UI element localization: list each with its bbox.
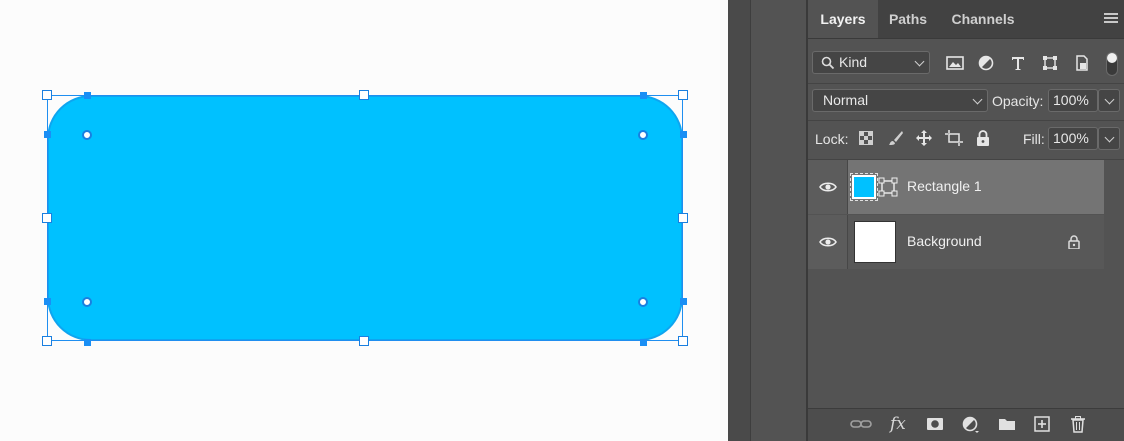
lock-artboard-icon[interactable] [945,130,963,146]
layers-panel: Layers Paths Channels Kind Normal Opacit… [808,0,1124,441]
new-layer-icon[interactable] [1034,416,1050,432]
vector-shape-badge-icon [878,177,898,197]
adjustment-layer-icon[interactable] [962,416,980,434]
handle-top-right[interactable] [678,90,688,100]
fill-value: 100% [1053,130,1089,146]
path-anchor[interactable] [44,131,51,138]
lock-position-icon[interactable] [916,130,932,146]
image-filter-icon[interactable] [946,55,964,71]
handle-middle-left[interactable] [42,213,52,223]
divider [808,83,1124,84]
handle-bottom-left[interactable] [42,336,52,346]
layers-scrollbar[interactable] [1104,160,1124,409]
panel-tab-bar: Layers Paths Channels [808,0,1124,39]
handle-top-left[interactable] [42,90,52,100]
layer-row-background[interactable]: Background [808,215,1104,269]
opacity-label: Opacity: [992,93,1044,109]
path-anchor[interactable] [680,131,687,138]
chevron-down-icon [1104,132,1115,143]
trash-icon[interactable] [1070,416,1086,433]
corner-radius-widget[interactable] [638,130,648,140]
blend-mode-select[interactable]: Normal [812,89,988,112]
lock-image-pixels-icon[interactable] [888,130,904,146]
collapsed-panel-strip [728,0,751,441]
transform-bounding-box [47,95,683,341]
layer-thumbnail [854,221,896,263]
filter-toggle[interactable] [1106,52,1118,76]
layer-name: Rectangle 1 [907,178,982,194]
path-anchor[interactable] [640,92,647,99]
path-anchor[interactable] [84,92,91,99]
path-anchor[interactable] [44,298,51,305]
fill-label: Fill: [1023,131,1045,147]
opacity-input[interactable]: 100% [1048,89,1098,112]
search-icon [821,56,835,70]
path-anchor[interactable] [84,339,91,346]
filter-kind-label: Kind [839,54,868,70]
corner-radius-widget[interactable] [638,297,648,307]
tab-layers[interactable]: Layers [808,0,878,38]
chevron-down-icon [914,56,925,67]
eye-icon [819,237,837,247]
handle-top-center[interactable] [359,90,369,100]
filter-kind-select[interactable]: Kind [812,51,930,74]
layer-thumbnail-frame [850,173,878,201]
handle-bottom-right[interactable] [678,336,688,346]
divider [808,120,1124,121]
corner-radius-widget[interactable] [82,297,92,307]
handle-bottom-center[interactable] [359,336,369,346]
adjustment-filter-icon[interactable] [978,55,994,71]
layer-row-rectangle-1[interactable]: Rectangle 1 [808,160,1104,214]
panel-gutter [728,0,808,441]
opacity-dropdown-button[interactable] [1098,89,1120,112]
lock-label: Lock: [815,131,849,147]
layer-name: Background [907,233,982,249]
eye-icon [819,182,837,192]
lock-transparent-pixels-icon[interactable] [859,131,873,145]
path-anchor[interactable] [640,339,647,346]
opacity-value: 100% [1053,92,1089,108]
visibility-toggle[interactable] [808,215,848,269]
tab-paths[interactable]: Paths [878,0,938,38]
fill-dropdown-button[interactable] [1098,127,1120,150]
chevron-down-icon [1104,94,1115,105]
link-icon[interactable] [850,416,872,432]
shape-filter-icon[interactable] [1042,55,1058,71]
tab-channels[interactable]: Channels [938,0,1028,38]
corner-radius-widget[interactable] [82,130,92,140]
fill-input[interactable]: 100% [1048,127,1098,150]
lock-all-icon[interactable] [976,130,990,146]
fx-icon[interactable]: fx [890,414,906,434]
layers-bottom-bar: fx [808,408,1124,441]
smart-object-filter-icon[interactable] [1074,55,1090,71]
type-filter-icon[interactable] [1010,55,1026,71]
document-canvas[interactable] [0,0,728,441]
panel-menu-icon[interactable] [1104,13,1118,24]
add-mask-icon[interactable] [926,416,944,432]
folder-icon[interactable] [998,416,1016,432]
chevron-down-icon [972,94,983,105]
path-anchor[interactable] [680,298,687,305]
filter-toggle-knob [1107,53,1117,63]
lock-icon[interactable] [1068,235,1080,249]
visibility-toggle[interactable] [808,160,848,214]
blend-mode-value: Normal [823,92,869,108]
handle-middle-right[interactable] [678,213,688,223]
